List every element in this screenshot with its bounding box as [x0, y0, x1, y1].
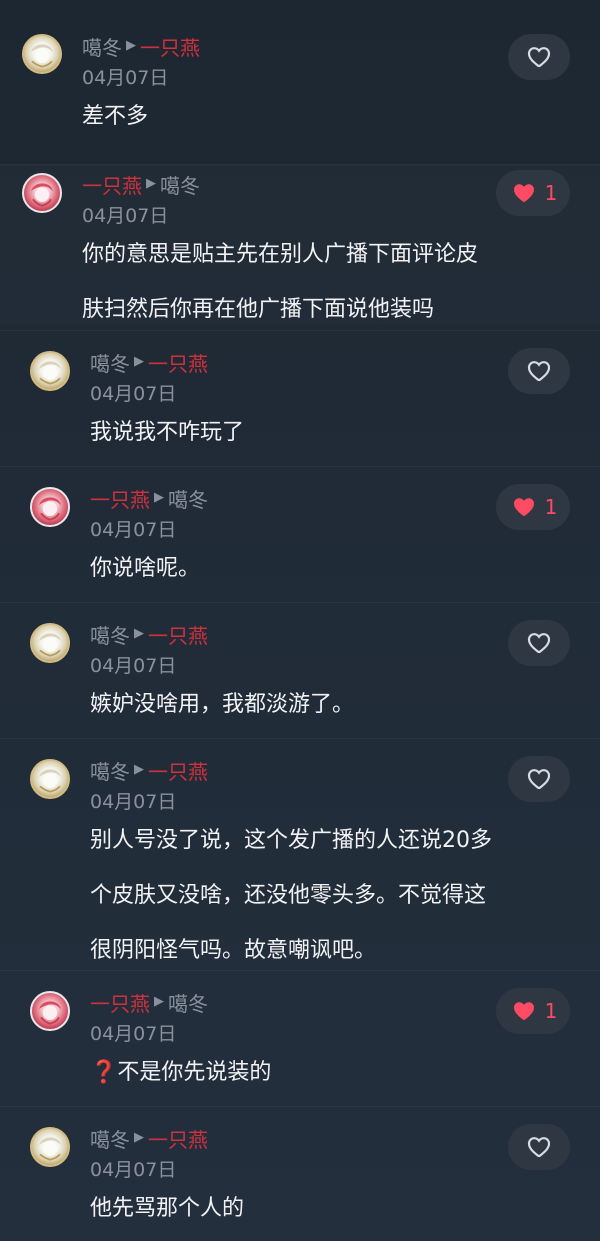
author-name[interactable]: 噶冬 — [90, 620, 130, 649]
anime-avatar-white-hair-icon — [39, 769, 61, 793]
comment-text-line: 别人号没了说，这个发广播的人还说20多 — [90, 828, 492, 853]
heart-filled-icon — [513, 184, 534, 202]
avatar[interactable] — [22, 34, 62, 74]
like-count: 1 — [544, 999, 558, 1023]
comment-text-line: 他先骂那个人的 — [90, 1196, 245, 1221]
reply-to-name[interactable]: 一只燕 — [148, 348, 208, 377]
anime-avatar-red-hair-icon — [39, 497, 61, 521]
author-name[interactable]: 噶冬 — [82, 32, 122, 61]
reply-to-name[interactable]: 噶冬 — [160, 170, 200, 199]
author-name[interactable]: 噶冬 — [90, 1124, 130, 1153]
comment-text-line: 差不多 — [82, 104, 149, 129]
author-name[interactable]: 噶冬 — [90, 756, 130, 785]
comment-divider — [0, 738, 600, 739]
comment-divider — [0, 602, 600, 603]
author-name[interactable]: 一只燕 — [90, 988, 150, 1017]
comment-meta: 一只燕 ▶ 噶冬 — [90, 484, 208, 512]
anime-avatar-red-hair-icon — [39, 1001, 61, 1025]
comment-date: 04月07日 — [90, 791, 177, 813]
caret-right-icon: ▶ — [146, 175, 156, 191]
avatar[interactable] — [30, 487, 70, 527]
comment-meta: 一只燕 ▶ 噶冬 — [82, 170, 200, 198]
comment-meta: 一只燕 ▶ 噶冬 — [90, 988, 208, 1016]
author-name[interactable]: 噶冬 — [90, 348, 130, 377]
comment-meta: 噶冬 ▶ 一只燕 — [90, 348, 208, 376]
like-button[interactable]: 1 — [496, 988, 570, 1034]
like-button[interactable] — [508, 34, 570, 80]
heart-outline-icon — [527, 633, 551, 654]
reply-to-name[interactable]: 噶冬 — [168, 484, 208, 513]
comment-date: 04月07日 — [90, 1023, 177, 1045]
comment-meta: 噶冬 ▶ 一只燕 — [90, 756, 208, 784]
avatar[interactable] — [22, 173, 62, 213]
comment-date: 04月07日 — [82, 67, 169, 89]
comment-divider — [0, 970, 600, 971]
avatar[interactable] — [30, 759, 70, 799]
anime-avatar-white-hair-icon — [39, 361, 61, 385]
comment-divider — [0, 466, 600, 467]
comment-meta: 噶冬 ▶ 一只燕 — [82, 32, 200, 60]
like-button[interactable] — [508, 756, 570, 802]
caret-right-icon: ▶ — [134, 761, 144, 777]
reply-to-name[interactable]: 一只燕 — [148, 756, 208, 785]
comment-text-line: 我说我不咋玩了 — [90, 420, 245, 445]
like-count: 1 — [544, 495, 558, 519]
anime-avatar-white-hair-icon — [39, 633, 61, 657]
caret-right-icon: ▶ — [154, 489, 164, 505]
heart-filled-icon — [513, 1002, 534, 1020]
like-button[interactable] — [508, 620, 570, 666]
caret-right-icon: ▶ — [134, 625, 144, 641]
anime-avatar-white-hair-icon — [39, 1137, 61, 1161]
comment-text-line: 你的意思是贴主先在别人广播下面评论皮 — [82, 242, 479, 267]
comment-text-line: ❓不是你先说装的 — [90, 1060, 272, 1085]
comment-divider — [0, 330, 600, 331]
comment-divider — [0, 164, 600, 165]
like-button[interactable] — [508, 1124, 570, 1170]
reply-to-name[interactable]: 一只燕 — [148, 1124, 208, 1153]
comment-meta: 噶冬 ▶ 一只燕 — [90, 1124, 208, 1152]
comment-text-line: 你说啥呢。 — [90, 556, 201, 581]
like-button[interactable] — [508, 348, 570, 394]
like-button[interactable]: 1 — [496, 170, 570, 216]
anime-avatar-red-hair-icon — [31, 183, 53, 207]
avatar[interactable] — [30, 351, 70, 391]
comment-text-line: 嫉妒没啥用，我都淡游了。 — [90, 692, 355, 717]
anime-avatar-white-hair-icon — [31, 44, 53, 68]
like-count: 1 — [544, 181, 558, 205]
heart-outline-icon — [527, 769, 551, 790]
author-name[interactable]: 一只燕 — [82, 170, 142, 199]
heart-outline-icon — [527, 47, 551, 68]
comment-date: 04月07日 — [90, 1159, 177, 1181]
comment-date: 04月07日 — [82, 205, 169, 227]
caret-right-icon: ▶ — [154, 993, 164, 1009]
comment-date: 04月07日 — [90, 655, 177, 677]
heart-filled-icon — [513, 498, 534, 516]
comment-thread: 噶冬 ▶ 一只燕 04月07日 差不多 一只燕 ▶ 噶冬 04月07日 你的意思是贴主先在别人广播… — [0, 0, 600, 1241]
reply-to-name[interactable]: 一只燕 — [148, 620, 208, 649]
comment-divider — [0, 1106, 600, 1107]
avatar[interactable] — [30, 991, 70, 1031]
comment-date: 04月07日 — [90, 383, 177, 405]
caret-right-icon: ▶ — [134, 353, 144, 369]
reply-to-name[interactable]: 一只燕 — [140, 32, 200, 61]
heart-outline-icon — [527, 1137, 551, 1158]
comment-date: 04月07日 — [90, 519, 177, 541]
like-button[interactable]: 1 — [496, 484, 570, 530]
heart-outline-icon — [527, 361, 551, 382]
avatar[interactable] — [30, 623, 70, 663]
avatar[interactable] — [30, 1127, 70, 1167]
author-name[interactable]: 一只燕 — [90, 484, 150, 513]
caret-right-icon: ▶ — [126, 37, 136, 53]
comment-text-line: 肤扫然后你再在他广播下面说他装吗 — [82, 297, 435, 322]
comment-meta: 噶冬 ▶ 一只燕 — [90, 620, 208, 648]
comment-text-line: 个皮肤又没啥，还没他零头多。不觉得这 — [90, 883, 487, 908]
reply-to-name[interactable]: 噶冬 — [168, 988, 208, 1017]
caret-right-icon: ▶ — [134, 1129, 144, 1145]
